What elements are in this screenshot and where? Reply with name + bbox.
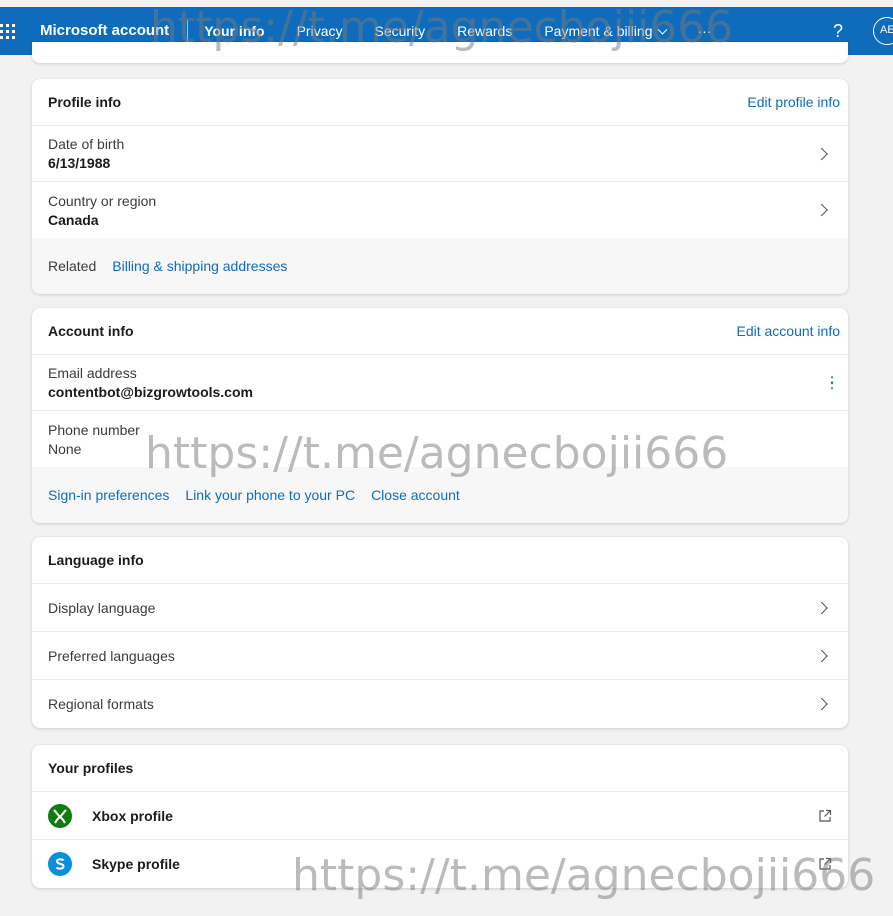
regional-formats-row[interactable]: Regional formats xyxy=(32,680,848,728)
card-header: Profile info Edit profile info xyxy=(32,79,848,126)
profile-info-card: Profile info Edit profile info Date of b… xyxy=(32,79,848,294)
row-label: Date of birth xyxy=(48,136,125,152)
row-label: Regional formats xyxy=(48,696,154,712)
row-value: contentbot@bizgrowtools.com xyxy=(48,384,253,400)
email-address-row: Email address contentbot@bizgrowtools.co… xyxy=(32,355,848,411)
skype-profile-row[interactable]: Skype profile xyxy=(32,840,848,888)
card-title: Language info xyxy=(48,552,144,568)
chevron-right-icon xyxy=(815,601,828,614)
chevron-right-icon xyxy=(815,147,828,160)
preferred-languages-row[interactable]: Preferred languages xyxy=(32,632,848,680)
card-title: Profile info xyxy=(48,94,122,110)
profile-name: Xbox profile xyxy=(92,807,173,824)
related-row: Related Billing & shipping addresses xyxy=(32,238,848,294)
nav-tab-label: Payment & billing xyxy=(544,23,653,39)
edit-profile-info-link[interactable]: Edit profile info xyxy=(747,94,840,110)
waffle-icon xyxy=(0,23,15,39)
close-account-link[interactable]: Close account xyxy=(371,487,460,503)
avatar[interactable]: AE xyxy=(873,17,893,45)
external-link-icon xyxy=(818,809,832,823)
link-phone-link[interactable]: Link your phone to your PC xyxy=(185,487,355,503)
xbox-profile-row[interactable]: Xbox profile xyxy=(32,792,848,840)
card-title: Your profiles xyxy=(48,760,134,776)
phone-number-row: Phone number None xyxy=(32,411,848,467)
row-label: Country or region xyxy=(48,192,157,209)
brand-title[interactable]: Microsoft account xyxy=(40,20,189,42)
row-value: 6/13/1988 xyxy=(48,155,111,171)
chevron-right-icon xyxy=(815,697,828,711)
row-label: Phone number xyxy=(48,421,140,438)
chevron-right-icon xyxy=(815,203,828,217)
your-profiles-card: Your profiles Xbox profile Skype profile xyxy=(32,745,848,888)
display-language-row[interactable]: Display language xyxy=(32,584,848,632)
account-info-card: Account info Edit account info Email add… xyxy=(32,308,848,523)
card-header: Your profiles xyxy=(32,745,848,792)
related-label: Related xyxy=(48,258,97,274)
country-region-row[interactable]: Country or region Canada xyxy=(32,182,848,238)
account-links-row: Sign-in preferences Link your phone to y… xyxy=(32,467,848,523)
row-label: Email address xyxy=(48,365,137,381)
date-of-birth-row[interactable]: Date of birth 6/13/1988 xyxy=(32,126,848,182)
previous-card xyxy=(32,42,848,63)
edit-account-info-link[interactable]: Edit account info xyxy=(736,323,840,339)
more-options-icon[interactable] xyxy=(830,375,834,390)
external-link-icon xyxy=(818,857,832,871)
chevron-right-icon xyxy=(815,649,828,662)
row-label: Display language xyxy=(48,599,156,616)
billing-shipping-link[interactable]: Billing & shipping addresses xyxy=(112,258,287,274)
sign-in-preferences-link[interactable]: Sign-in preferences xyxy=(48,487,169,503)
row-value: None xyxy=(48,440,82,457)
card-header: Language info xyxy=(32,537,848,584)
profile-name: Skype profile xyxy=(92,856,180,872)
language-info-card: Language info Display language Preferred… xyxy=(32,537,848,728)
chevron-down-icon xyxy=(657,24,667,35)
card-header: Account info Edit account info xyxy=(32,308,848,355)
row-value: Canada xyxy=(48,211,99,228)
row-label: Preferred languages xyxy=(48,647,175,664)
card-title: Account info xyxy=(48,323,134,339)
xbox-icon xyxy=(48,803,72,828)
skype-icon xyxy=(48,852,72,876)
